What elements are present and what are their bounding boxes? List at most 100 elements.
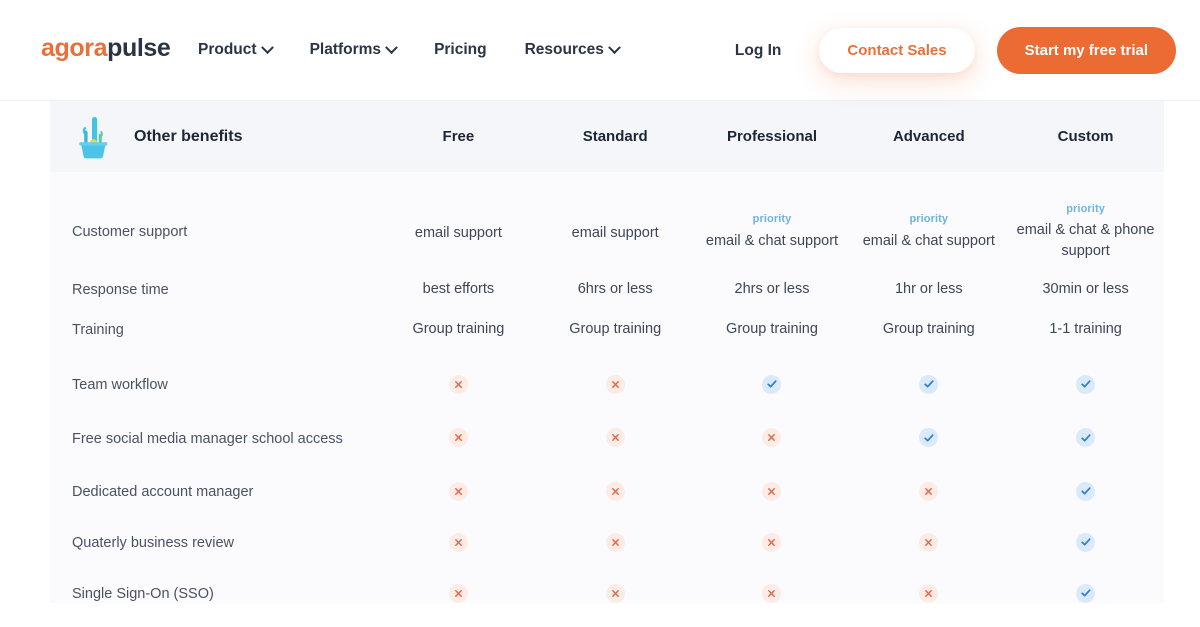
start-free-trial-button[interactable]: Start my free trial	[996, 27, 1176, 74]
row-label: Free social media manager school access	[72, 430, 343, 447]
column-header-standard: Standard	[582, 128, 648, 145]
table-cell	[537, 583, 694, 605]
table-header-row: Other benefits Free Standard Professiona…	[50, 101, 1164, 172]
row-label: Dedicated account manager	[72, 484, 254, 501]
logo-text-pulse: pulse	[107, 34, 171, 62]
cross-icon	[448, 583, 468, 603]
cross-icon	[605, 428, 625, 448]
check-icon	[919, 428, 939, 448]
row-label: Single Sign-On (SSO)	[72, 586, 214, 603]
login-link[interactable]: Log In	[735, 42, 782, 60]
cross-icon	[762, 532, 782, 552]
cross-icon	[448, 428, 468, 448]
table-cell: email support	[537, 220, 694, 244]
table-cell: 30min or less	[1042, 281, 1129, 298]
cross-icon	[919, 481, 939, 501]
chevron-down-icon	[608, 40, 621, 54]
check-icon	[1076, 583, 1096, 603]
table-cell	[380, 374, 537, 396]
agorapulse-logo[interactable]: agorapulse	[41, 34, 171, 62]
main-navigation: Product Platforms Pricing Resources	[198, 40, 621, 59]
cactus-plant-icon	[79, 116, 108, 158]
table-row: Team workflow	[50, 360, 1164, 411]
contact-sales-button[interactable]: Contact Sales	[819, 28, 975, 73]
row-label: Customer support	[72, 223, 188, 240]
row-label: Response time	[72, 281, 169, 298]
cell-text: email & chat support	[705, 232, 839, 249]
chevron-down-icon	[385, 40, 398, 54]
table-row: Quaterly business review	[50, 518, 1164, 569]
cross-icon	[919, 583, 939, 603]
table-cell	[850, 481, 1007, 503]
table-header-brand: Other benefits	[50, 114, 380, 160]
cross-icon	[448, 481, 468, 501]
cell-text: email support	[414, 224, 502, 241]
table-cell	[380, 428, 537, 449]
table-cell	[1007, 428, 1164, 450]
table-cell: 1-1 training	[1049, 321, 1122, 338]
table-cell: 1hr or less	[894, 281, 963, 298]
table-row: Single Sign-On (SSO)	[50, 569, 1164, 620]
check-icon	[1076, 374, 1096, 394]
table-cell: Group training	[412, 321, 505, 338]
cross-icon	[448, 532, 468, 552]
table-cell	[850, 374, 1007, 397]
cross-icon	[919, 532, 939, 552]
column-header-advanced: Advanced	[892, 128, 965, 145]
column-header-professional: Professional	[726, 128, 817, 145]
nav-item-label: Pricing	[434, 41, 487, 58]
nav-item-label: Resources	[524, 41, 604, 58]
table-cell	[537, 374, 694, 396]
nav-item-resources[interactable]: Resources	[524, 40, 621, 59]
table-cell	[694, 428, 851, 449]
chevron-down-icon	[260, 40, 274, 54]
table-cell: Group training	[569, 321, 662, 338]
check-icon	[1076, 481, 1096, 501]
column-header-custom: Custom	[1057, 128, 1114, 145]
table-cell: Group training	[726, 321, 818, 338]
table-cell	[1007, 374, 1164, 397]
table-top-spacer	[50, 172, 1164, 194]
check-icon	[762, 374, 782, 394]
table-cell	[694, 532, 851, 554]
table-cell: priority email & chat support	[694, 212, 851, 252]
nav-item-product[interactable]: Product	[198, 40, 274, 59]
cell-text: email & chat support	[862, 232, 995, 249]
row-label: Team workflow	[72, 377, 168, 394]
column-header-free: Free	[442, 128, 475, 145]
cell-text: email & chat & phone support	[1016, 222, 1155, 260]
site-header: agorapulse Product Platforms Pricing Res…	[0, 0, 1200, 101]
table-cell	[380, 583, 537, 605]
cross-icon	[448, 374, 468, 394]
nav-item-platforms[interactable]: Platforms	[309, 40, 398, 59]
cell-text: email support	[571, 224, 659, 241]
table-cell: priority email & chat & phone support	[1007, 202, 1164, 263]
table-row: Response time best efforts 6hrs or less …	[50, 270, 1164, 310]
table-section-title: Other benefits	[134, 127, 243, 145]
nav-item-label: Product	[198, 41, 257, 58]
cross-icon	[605, 532, 625, 552]
table-cell	[1007, 481, 1164, 504]
cross-icon	[605, 481, 625, 501]
priority-tag: priority	[909, 213, 949, 226]
table-cell	[537, 532, 694, 554]
nav-item-label: Platforms	[309, 41, 382, 58]
table-cell	[380, 481, 537, 503]
nav-item-pricing[interactable]: Pricing	[434, 41, 487, 59]
table-cell	[694, 481, 851, 503]
row-label: Training	[72, 321, 124, 338]
table-row: Dedicated account manager	[50, 467, 1164, 518]
table-row: Training Group training Group training G…	[50, 310, 1164, 350]
check-icon	[919, 374, 939, 394]
check-icon	[1076, 428, 1096, 448]
table-cell: best efforts	[422, 281, 495, 298]
priority-tag: priority	[752, 213, 792, 226]
table-cell: 6hrs or less	[577, 281, 653, 298]
table-cell	[537, 481, 694, 503]
row-label: Quaterly business review	[72, 535, 234, 552]
table-cell	[850, 428, 1007, 450]
table-cell	[1007, 583, 1164, 606]
table-row: Free social media manager school access	[50, 411, 1164, 467]
table-cell	[694, 374, 851, 397]
table-cell	[380, 532, 537, 554]
